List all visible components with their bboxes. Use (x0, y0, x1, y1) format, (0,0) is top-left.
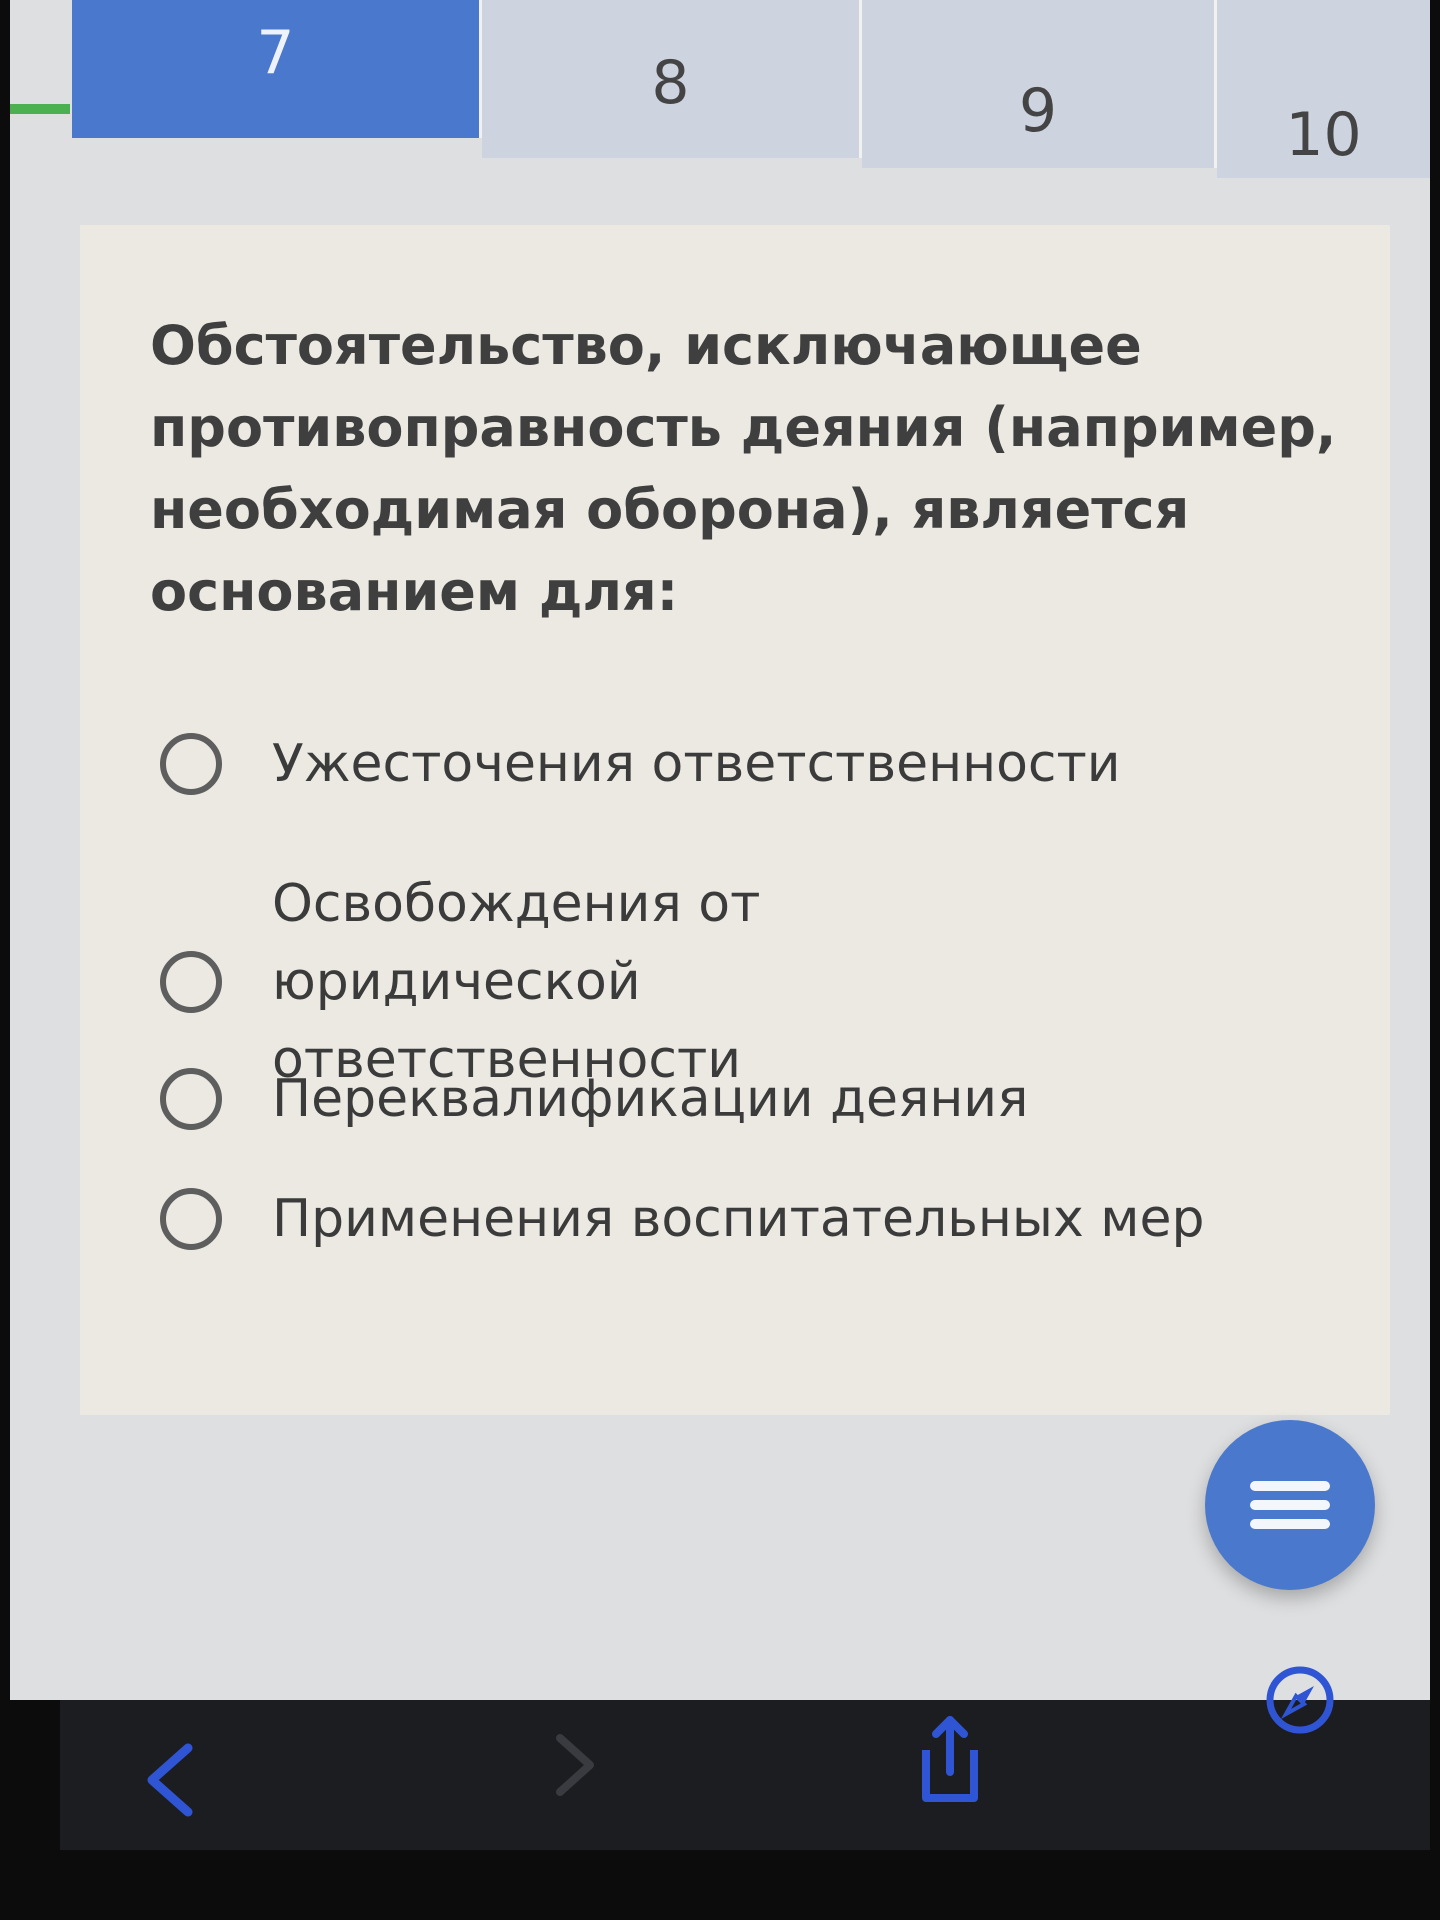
tab-question-8[interactable]: 8 (482, 0, 862, 158)
menu-fab-button[interactable] (1205, 1420, 1375, 1590)
question-card: Обстоятельство, исключающее противоправн… (80, 225, 1390, 1415)
tab-label: 10 (1285, 100, 1362, 170)
share-icon[interactable] (910, 1710, 990, 1810)
answer-option-3[interactable]: Переквалификации деяния (160, 1060, 1310, 1138)
tab-question-9[interactable]: 9 (862, 0, 1217, 168)
progress-indicator (10, 104, 70, 114)
quiz-screen: 7 8 9 10 Обстоятельство, исключающее про… (10, 0, 1430, 1700)
browser-toolbar (60, 1666, 1430, 1850)
radio-button[interactable] (160, 733, 222, 795)
question-text: Обстоятельство, исключающее противоправн… (150, 314, 1337, 623)
tab-question-7[interactable]: 7 (72, 0, 482, 138)
radio-button[interactable] (160, 1068, 222, 1130)
question-tabs: 7 8 9 10 (10, 0, 1430, 180)
answer-option-1[interactable]: Ужесточения ответственности (160, 725, 1310, 803)
back-chevron-icon[interactable] (140, 1740, 200, 1820)
forward-chevron-icon[interactable] (550, 1730, 600, 1800)
option-label: Ужесточения ответственности (272, 734, 1121, 794)
tab-label: 9 (1018, 76, 1058, 146)
tab-question-10[interactable]: 10 (1217, 0, 1430, 178)
option-label: Применения воспитательных мер (272, 1189, 1205, 1249)
tab-label: 8 (651, 48, 690, 118)
radio-button[interactable] (160, 951, 222, 1013)
compass-icon[interactable] (1260, 1660, 1340, 1740)
menu-icon (1250, 1472, 1330, 1538)
radio-button[interactable] (160, 1188, 222, 1250)
option-label: Переквалификации деяния (272, 1069, 1029, 1129)
answer-option-4[interactable]: Применения воспитательных мер (160, 1180, 1310, 1258)
tab-label: 7 (256, 18, 295, 88)
